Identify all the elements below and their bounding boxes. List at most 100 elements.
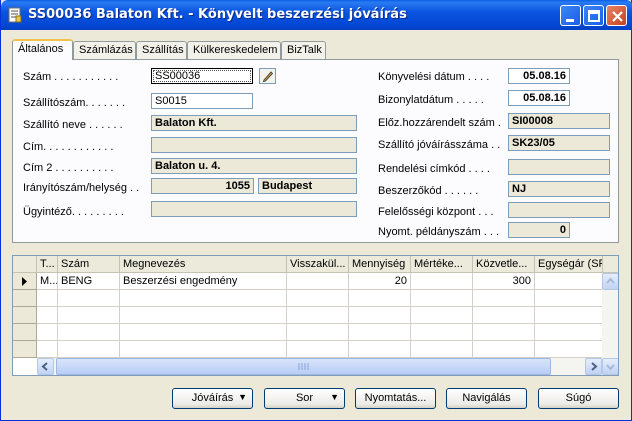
label-order-address-code: Rendelési címkód . . . . — [378, 163, 490, 175]
cell-unit[interactable] — [411, 273, 473, 290]
scroll-right-button[interactable] — [585, 358, 602, 375]
label-purchaser-code: Beszerzőkód . . . . . . — [378, 185, 479, 197]
general-panel: Szám . . . . . . . . . . . SS00036 Száll… — [12, 59, 619, 243]
cell-description[interactable]: Beszerzési engedmény — [120, 273, 287, 290]
column-header-direct-cost[interactable]: Közvetle... — [473, 256, 535, 273]
close-icon — [612, 11, 623, 22]
posting-date-field[interactable]: 05.08.16 — [508, 68, 570, 84]
help-button-label: Súgó — [565, 392, 592, 404]
column-header-unit[interactable]: Mértéke... — [411, 256, 473, 273]
edit-button[interactable] — [259, 68, 276, 84]
row-selector[interactable] — [13, 290, 37, 307]
cell-unit-price[interactable] — [535, 273, 603, 290]
order-address-code-field[interactable] — [508, 159, 610, 175]
arrow-left-icon — [41, 362, 48, 371]
postcode-field[interactable]: 1055 — [151, 178, 254, 194]
vendor-name-field[interactable]: Balaton Kft. — [151, 115, 357, 131]
tab-label: BizTalk — [287, 44, 322, 56]
column-header-quantity[interactable]: Mennyiség — [349, 256, 411, 273]
pencil-icon — [262, 71, 274, 83]
row-selector[interactable] — [13, 307, 37, 324]
credit-button-label: Jóváírás — [191, 392, 234, 404]
window-title: SS00036 Balaton Kft. - Könyvelt beszerzé… — [28, 7, 407, 22]
label-vendor-name: Szállító neve . . . . . . — [23, 119, 123, 131]
dropdown-arrow-icon: ▼ — [238, 392, 247, 402]
address2-field[interactable]: Balaton u. 4. — [151, 158, 357, 174]
row-selector[interactable] — [13, 341, 37, 358]
arrow-down-icon — [606, 364, 615, 371]
print-button[interactable]: Nyomtatás... — [355, 388, 436, 409]
tab-kulkereskedelem[interactable]: Külkereskedelem — [187, 41, 281, 59]
vertical-scrollbar[interactable] — [602, 273, 618, 375]
arrow-up-icon — [606, 277, 615, 284]
line-button-label: Sor — [295, 392, 314, 404]
column-header-filler — [603, 256, 618, 273]
line-menu-button[interactable]: Sor ▼ — [264, 388, 345, 409]
tab-label: Szállítás — [142, 44, 184, 56]
grip-icon — [298, 363, 309, 370]
label-address2: Cím 2 . . . . . . . . . . — [23, 162, 114, 174]
column-header-number[interactable]: Szám — [58, 256, 120, 273]
scroll-left-button[interactable] — [37, 358, 54, 375]
preassigned-number-field[interactable]: SI00008 — [508, 113, 610, 129]
empty-rows-area[interactable] — [37, 290, 603, 358]
tab-szallitas[interactable]: Szállítás — [136, 41, 187, 59]
row-selector[interactable] — [13, 324, 37, 341]
label-address: Cím. . . . . . . . . . . . — [23, 141, 114, 153]
document-app-icon — [8, 7, 22, 23]
label-contact: Ügyintéző. . . . . . . . . — [23, 206, 124, 218]
print-button-label: Nyomtatás... — [364, 392, 427, 404]
minimize-button[interactable] — [560, 5, 581, 26]
cell-type[interactable]: M... — [37, 273, 58, 290]
cell-direct-cost[interactable]: 300 — [473, 273, 535, 290]
row-selector[interactable] — [13, 273, 37, 290]
help-button[interactable]: Súgó — [538, 388, 619, 409]
label-responsibility-center: Felelősségi központ . . . — [378, 206, 494, 218]
cell-return[interactable] — [287, 273, 349, 290]
column-header-return[interactable]: Visszakül... — [287, 256, 349, 273]
address-field[interactable] — [151, 137, 357, 153]
horizontal-scroll-thumb[interactable] — [56, 358, 551, 375]
tab-altalanos[interactable]: Általános — [12, 39, 73, 60]
label-document-date: Bizonylatdátum . . . . . — [378, 94, 484, 106]
label-postcode-city: Irányítószám/helység . . — [23, 182, 140, 194]
number-field[interactable]: SS00036 — [151, 68, 253, 84]
responsibility-center-field[interactable] — [508, 202, 610, 218]
label-posting-date: Könyvelési dátum . . . . — [378, 71, 490, 83]
navigate-button[interactable]: Navigálás — [446, 388, 527, 409]
column-header-unit-price[interactable]: Egységár (SF — [535, 256, 603, 273]
main-window: SS00036 Balaton Kft. - Könyvelt beszerzé… — [0, 0, 632, 421]
label-preassigned-number: Előz.hozzárendelt szám . — [378, 117, 501, 129]
arrow-right-icon — [591, 362, 598, 371]
horizontal-scrollbar[interactable] — [37, 358, 602, 375]
maximize-icon — [588, 10, 600, 22]
vendor-credit-number-field[interactable]: SK23/05 — [508, 135, 610, 151]
contact-field[interactable] — [151, 201, 357, 217]
minimize-icon — [566, 19, 574, 22]
tab-label: Külkereskedelem — [193, 44, 278, 56]
tab-biztalk[interactable]: BizTalk — [281, 41, 326, 59]
tab-label: Számlázás — [79, 44, 133, 56]
label-number: Szám . . . . . . . . . . . — [23, 71, 119, 83]
close-button[interactable] — [606, 5, 627, 26]
vendor-number-field[interactable]: S0015 — [151, 93, 253, 109]
column-header-description[interactable]: Megnevezés — [120, 256, 287, 273]
copies-printed-field[interactable]: 0 — [508, 222, 570, 238]
label-vendor-number: Szállítószám. . . . . . . — [23, 97, 126, 109]
city-field[interactable]: Budapest — [258, 178, 357, 194]
scroll-up-button[interactable] — [602, 273, 618, 290]
tab-szamlazas[interactable]: Számlázás — [73, 41, 136, 59]
label-copies-printed: Nyomt. példányszám . . . — [378, 226, 500, 238]
maximize-button[interactable] — [583, 5, 604, 26]
cell-quantity[interactable]: 20 — [349, 273, 411, 290]
cell-number[interactable]: BENG — [58, 273, 120, 290]
credit-menu-button[interactable]: Jóváírás ▼ — [172, 388, 253, 409]
scroll-down-button[interactable] — [602, 358, 618, 375]
purchaser-code-field[interactable]: NJ — [508, 181, 610, 197]
grid-corner — [13, 256, 37, 273]
navigate-button-label: Navigálás — [462, 392, 511, 404]
document-date-field[interactable]: 05.08.16 — [508, 90, 570, 106]
current-row-arrow-icon — [22, 277, 27, 286]
column-header-type[interactable]: T... — [37, 256, 58, 273]
title-bar[interactable]: SS00036 Balaton Kft. - Könyvelt beszerzé… — [1, 0, 632, 30]
